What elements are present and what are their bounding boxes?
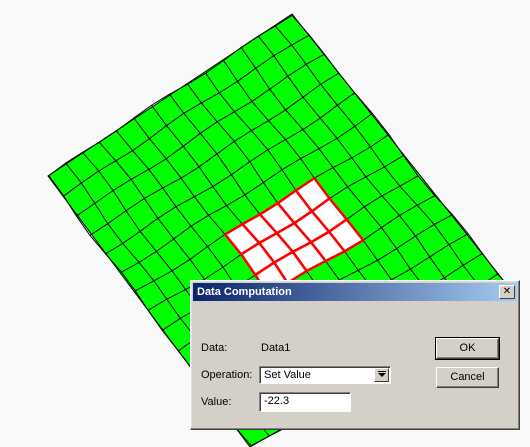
dropdown-button[interactable]	[374, 368, 389, 382]
value-input[interactable]: -22.3	[259, 392, 351, 412]
dialog-titlebar[interactable]: Data Computation ✕	[193, 283, 517, 301]
close-button[interactable]: ✕	[499, 285, 515, 299]
ok-button[interactable]: OK	[435, 337, 500, 360]
value-label: Value:	[201, 396, 232, 408]
data-value: Data1	[261, 342, 291, 354]
operation-selected-value: Set Value	[264, 369, 311, 381]
close-icon: ✕	[502, 286, 512, 297]
data-label: Data:	[201, 342, 228, 354]
cancel-button[interactable]: Cancel	[436, 367, 499, 388]
dialog-title: Data Computation	[197, 286, 292, 298]
chevron-down-icon	[378, 373, 386, 377]
dropdown-bar	[378, 371, 386, 372]
data-computation-dialog: Data Computation ✕ Data: Data1 Operation…	[190, 280, 520, 430]
operation-label: Operation:	[201, 369, 253, 381]
operation-select[interactable]: Set Value	[259, 366, 391, 384]
